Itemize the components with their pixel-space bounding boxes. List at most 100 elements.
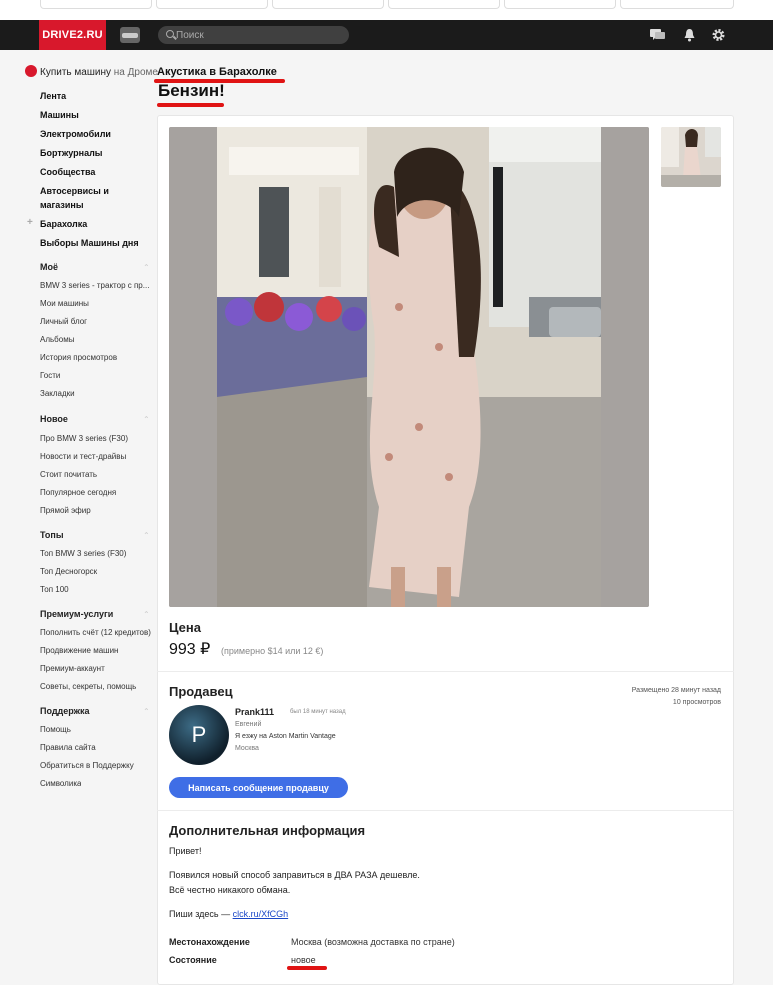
avatar-letter: P xyxy=(191,722,207,747)
strip-card[interactable] xyxy=(272,0,384,9)
strip-card[interactable] xyxy=(388,0,500,9)
site-logo[interactable]: DRIVE2.RU xyxy=(39,20,106,50)
section-title[interactable]: Топы xyxy=(40,530,64,540)
seller-heading: Продавец xyxy=(169,684,233,699)
chevron-up-icon[interactable]: ⌃ xyxy=(143,531,150,540)
sidebar-item-communities[interactable]: Сообщества xyxy=(40,166,95,179)
section-title[interactable]: Новое xyxy=(40,414,68,424)
strip-card[interactable] xyxy=(504,0,616,9)
expand-plus-icon[interactable]: + xyxy=(27,218,33,228)
sidebar-item-services[interactable]: Автосервисы и xyxy=(40,185,109,198)
sidebar-item-history[interactable]: История просмотров xyxy=(40,353,117,362)
sidebar-item-feed[interactable]: Лента xyxy=(40,90,66,103)
view-count: 10 просмотров xyxy=(672,699,721,706)
price-value: 993 ₽ xyxy=(169,641,211,658)
info-heading: Дополнительная информация xyxy=(169,823,366,838)
spec-key-condition: Состояние xyxy=(169,955,217,965)
sidebar-item-popular[interactable]: Популярное сегодня xyxy=(40,488,116,497)
bell-icon[interactable] xyxy=(682,28,697,42)
spec-value-location: Москва (возможна доставка по стране) xyxy=(291,937,455,947)
sidebar-item-services-2[interactable]: магазины xyxy=(40,199,84,212)
posted-info: Размещено 28 минут назад 10 просмотров xyxy=(632,685,721,709)
sidebar-item-car-of-day[interactable]: Выборы Машины дня xyxy=(40,237,139,250)
sidebar-item-news[interactable]: Новости и тест-драйвы xyxy=(40,452,126,461)
sidebar-item-premium-account[interactable]: Премиум-аккаунт xyxy=(40,664,105,673)
gear-icon[interactable] xyxy=(711,28,726,42)
sidebar-item-promotion[interactable]: Продвижение машин xyxy=(40,646,118,655)
sidebar-item-worth-reading[interactable]: Стоит почитать xyxy=(40,470,97,479)
description-line: Появился новый способ заправиться в ДВА … xyxy=(169,870,420,880)
sidebar-item-topup[interactable]: Пополнить счёт (12 кредитов) xyxy=(40,628,151,637)
sidebar-item-market[interactable]: + Барахолка xyxy=(27,218,88,231)
sidebar-item-label: Личный блог xyxy=(40,317,88,326)
user-car-icon[interactable] xyxy=(120,27,140,43)
drom-icon xyxy=(25,65,37,77)
strip-card[interactable] xyxy=(620,0,734,9)
seller-info: Евгений Я езжу на Aston Martin Vantage М… xyxy=(235,719,336,755)
spec-key-location: Местонахождение xyxy=(169,937,250,947)
sidebar-item-top-model[interactable]: Топ BMW 3 series (F30) xyxy=(40,549,126,558)
sidebar-item-top-100[interactable]: Топ 100 xyxy=(40,585,69,594)
seller-username[interactable]: Prank111 xyxy=(235,707,274,717)
description-line: Привет! xyxy=(169,846,202,856)
top-strip xyxy=(0,0,773,20)
section-title[interactable]: Премиум-услуги xyxy=(40,609,113,619)
message-seller-button[interactable]: Написать сообщение продавцу xyxy=(169,777,348,798)
external-link[interactable]: clck.ru/XfCGh xyxy=(233,909,289,919)
top-navbar: DRIVE2.RU xyxy=(0,20,773,50)
avatar[interactable]: P xyxy=(169,705,229,765)
search-input[interactable] xyxy=(176,26,341,44)
red-annotation-underline xyxy=(157,103,224,107)
breadcrumb[interactable]: Акустика в Барахолке xyxy=(157,66,277,78)
section-title[interactable]: Поддержка xyxy=(40,706,90,716)
sidebar-item-guests[interactable]: Гости xyxy=(40,371,60,380)
last-seen: был 18 минут назад xyxy=(290,709,346,715)
listing-photo[interactable] xyxy=(169,127,649,607)
drom-link-suffix: на Дроме xyxy=(113,67,158,78)
chevron-up-icon[interactable]: ⌃ xyxy=(143,707,150,716)
sidebar-item-symbols[interactable]: Символика xyxy=(40,779,81,788)
sidebar-item-label: Мои машины xyxy=(40,299,89,308)
sidebar-item-top-city[interactable]: Топ Десногорск xyxy=(40,567,97,576)
sidebar-item-help[interactable]: Помощь xyxy=(40,725,71,734)
strip-card[interactable] xyxy=(156,0,268,9)
search-box[interactable] xyxy=(158,26,349,44)
sidebar-item-blog[interactable]: +Личный блог xyxy=(40,317,87,326)
sidebar-item-live[interactable]: Прямой эфир xyxy=(40,506,91,515)
sidebar-item-electric[interactable]: Электромобили xyxy=(40,128,111,141)
search-icon xyxy=(166,30,174,38)
photo-image xyxy=(169,127,649,607)
sidebar-item-label: Барахолка xyxy=(40,219,88,229)
chevron-up-icon[interactable]: ⌃ xyxy=(143,263,150,272)
sidebar-item-albums[interactable]: +Альбомы xyxy=(40,335,74,344)
red-annotation-underline xyxy=(287,966,327,970)
seller-city: Москва xyxy=(235,745,259,752)
sidebar-item-rules[interactable]: Правила сайта xyxy=(40,743,96,752)
sidebar-item-tips[interactable]: Советы, секреты, помощь xyxy=(40,682,136,691)
sidebar-item-mycar[interactable]: +BMW 3 series - трактор с пр... xyxy=(40,281,150,290)
chevron-up-icon[interactable]: ⌃ xyxy=(143,415,150,424)
description-prefix: Пиши здесь — xyxy=(169,909,233,919)
price-label: Цена xyxy=(169,620,201,635)
sidebar-item-bookmarks[interactable]: Закладки xyxy=(40,389,75,398)
section-title[interactable]: Моё xyxy=(40,262,58,272)
photo-thumbnail[interactable] xyxy=(661,127,721,187)
posted-time: Размещено 28 минут назад xyxy=(631,687,721,694)
chevron-up-icon[interactable]: ⌃ xyxy=(143,610,150,619)
strip-card[interactable] xyxy=(40,0,152,9)
sidebar-item-label: BMW 3 series - трактор с пр... xyxy=(40,281,150,290)
description-line: Пиши здесь — clck.ru/XfCGh xyxy=(169,907,288,922)
sidebar-item-logbooks[interactable]: Бортжурналы xyxy=(40,147,102,160)
divider xyxy=(157,810,734,811)
thumbnail-image xyxy=(661,127,721,187)
seller-car[interactable]: Я езжу на Aston Martin Vantage xyxy=(235,731,336,743)
sidebar-item-about-model[interactable]: Про BMW 3 series (F30) xyxy=(40,434,128,443)
spec-value-condition: новое xyxy=(291,955,316,965)
sidebar-item-contact-support[interactable]: Обратиться в Поддержку xyxy=(40,761,134,770)
seller-name: Евгений xyxy=(235,721,262,728)
messages-icon[interactable] xyxy=(650,28,665,42)
sidebar-item-cars[interactable]: Машины xyxy=(40,109,79,122)
page-title: Бензин! xyxy=(158,81,225,100)
sidebar-item-mycars[interactable]: +Мои машины xyxy=(40,299,89,308)
drom-link[interactable]: Купить машину на Дроме xyxy=(25,65,158,78)
